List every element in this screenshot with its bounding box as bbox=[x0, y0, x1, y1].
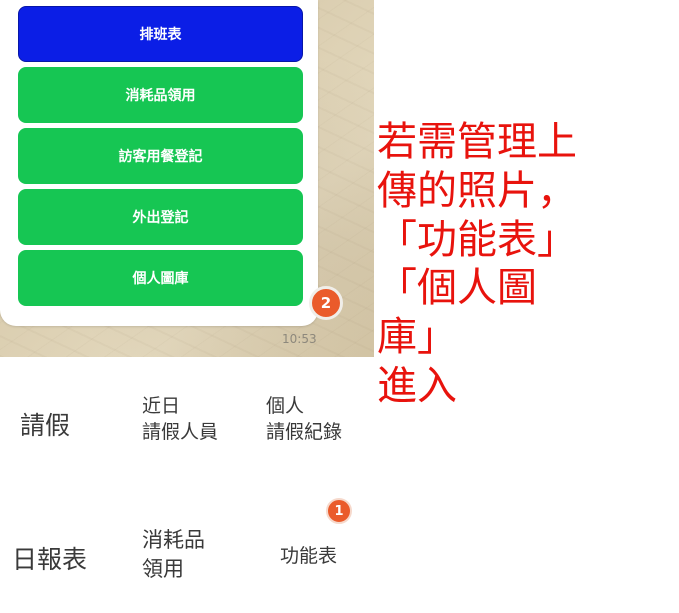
annotation-line: 進入 bbox=[377, 362, 457, 409]
annotation-line: 傳的照片， bbox=[377, 167, 577, 214]
recent-leave-label-1: 近日 bbox=[142, 395, 181, 417]
consumables-label-1: 消耗品 bbox=[142, 528, 205, 552]
personal-gallery-button[interactable]: 個人圖庫 bbox=[18, 250, 303, 306]
personal-leave-label-1: 個人 bbox=[266, 395, 305, 417]
instruction-annotation: 若需管理上 傳的照片， 「功能表」 「個人圖 庫」 進入 bbox=[377, 118, 617, 411]
step-1-badge: 1 bbox=[326, 498, 352, 524]
menu-card: 排班表 消耗品領用 訪客用餐登記 外出登記 個人圖庫 bbox=[0, 0, 318, 326]
outing-register-button[interactable]: 外出登記 bbox=[18, 189, 303, 245]
personal-leave-label-2: 請假紀錄 bbox=[266, 420, 343, 443]
daily-report-menu-item[interactable]: 日報表 bbox=[12, 540, 87, 576]
consumables-menu-item[interactable]: 消耗品 領用 bbox=[142, 526, 205, 585]
step-2-badge: 2 bbox=[309, 286, 343, 320]
consumables-label-2: 領用 bbox=[142, 557, 184, 582]
visitor-meal-button[interactable]: 訪客用餐登記 bbox=[18, 128, 303, 184]
annotation-line: 庫」 bbox=[377, 314, 457, 361]
annotation-line: 若需管理上 bbox=[377, 119, 577, 165]
recent-leave-label-2: 請假人員 bbox=[142, 420, 219, 443]
schedule-button[interactable]: 排班表 bbox=[18, 6, 303, 62]
annotation-line: 「功能表」 bbox=[377, 216, 577, 263]
personal-leave-menu-item[interactable]: 個人 請假紀錄 bbox=[266, 394, 342, 445]
consumables-button[interactable]: 消耗品領用 bbox=[18, 67, 303, 123]
annotation-line: 「個人圖 bbox=[377, 265, 537, 312]
leave-menu-item[interactable]: 請假 bbox=[20, 406, 70, 442]
function-menu-item[interactable]: 功能表 bbox=[280, 544, 337, 570]
recent-leave-menu-item[interactable]: 近日 請假人員 bbox=[142, 394, 218, 445]
message-timestamp: 10:53 bbox=[282, 332, 317, 346]
